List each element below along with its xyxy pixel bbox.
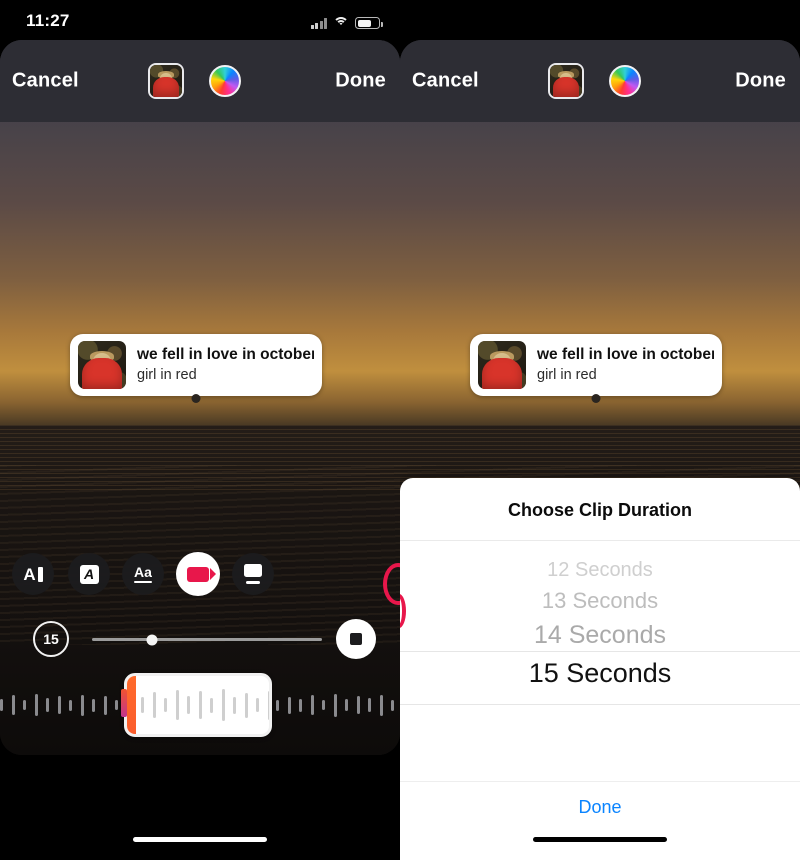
waveform-selection-window[interactable] [124,673,272,737]
sticker-anchor-dot [191,394,201,403]
picker-option-14[interactable]: 14 Seconds [400,621,800,650]
picker-option-13[interactable]: 13 Seconds [400,588,800,614]
waveform-playhead[interactable] [121,689,127,717]
done-button[interactable]: Done [335,70,386,93]
cellular-bars-icon [310,18,327,29]
song-title-right: we fell in love in october [537,346,714,364]
audio-waveform-scrubber[interactable] [0,673,400,737]
scrub-slider[interactable] [92,634,322,645]
picker-selection-top-line [400,651,800,652]
wifi-icon [333,17,349,29]
sheet-title: Choose Clip Duration [508,500,692,520]
clip-duration-sheet: Choose Clip Duration 12 Seconds 13 Secon… [400,478,800,860]
clip-duration-picker[interactable]: 12 Seconds 13 Seconds 14 Seconds 15 Seco… [400,541,800,776]
duration-badge[interactable]: 15 [33,621,69,657]
album-cover-art [78,341,126,389]
status-bar-clock: 11:27 [26,11,70,30]
stop-square-icon [350,633,362,645]
story-canvas[interactable]: we fell in love in october girl in red A… [0,40,400,755]
song-title: we fell in love in october [137,346,314,364]
status-bar: 11:27 [0,0,400,40]
text-align-tool[interactable]: A [12,553,54,595]
letter-a-box-icon: A [79,564,99,584]
cancel-button[interactable]: Cancel [12,70,79,93]
left-phone-screen: 11:27 we fell in love in october girl in… [0,0,400,860]
duration-slider-row: 15 [0,619,400,665]
color-wheel-button-right[interactable] [609,65,641,97]
home-indicator-right [533,837,667,842]
color-wheel-button[interactable] [209,65,241,97]
picker-selection-bottom-line [400,704,800,705]
picker-option-15-selected[interactable]: 15 Seconds [400,658,800,689]
music-sticker-meta: we fell in love in october girl in red [137,345,314,384]
music-sticker[interactable]: we fell in love in october girl in red [70,334,322,403]
font-style-tool[interactable]: Aa [122,553,164,595]
done-button-right[interactable]: Done [735,70,786,93]
song-artist-right: girl in red [537,366,597,383]
screenshot-stage: 11:27 we fell in love in october girl in… [0,0,800,860]
text-align-icon: A [23,566,43,583]
clip-duration-tool[interactable] [176,552,220,596]
card-style-tool[interactable] [232,553,274,595]
right-phone-screen: we fell in love in october girl in red C… [400,0,800,860]
battery-icon [355,17,383,29]
scrub-slider-knob[interactable] [146,634,158,645]
status-bar-icons [310,13,383,29]
aa-underline-icon: Aa [134,565,152,584]
editor-top-bar-right: Cancel Done [400,40,800,122]
waveform-selection-ticks [141,676,269,734]
stop-recording-button[interactable] [336,619,376,659]
song-artist: girl in red [137,366,197,383]
album-cover-art-right [478,341,526,389]
album-art-thumbnail-right[interactable] [548,63,584,99]
editor-top-bar: Cancel Done [0,40,400,122]
waveform-left-handle[interactable] [127,676,136,734]
music-sticker-meta-right: we fell in love in october girl in red [537,345,714,384]
editor-tool-row: A A Aa [0,552,400,605]
card-style-icon [244,564,262,584]
music-sticker-right[interactable]: we fell in love in october girl in red [470,334,722,403]
status-bar-right [400,0,800,40]
sheet-footer-divider [400,781,800,782]
album-art-thumbnail[interactable] [148,63,184,99]
home-indicator [133,837,267,842]
clip-duration-icon [187,566,216,582]
picker-option-12[interactable]: 12 Seconds [400,559,800,582]
sheet-done-button[interactable]: Done [400,797,800,818]
text-background-tool[interactable]: A [68,553,110,595]
cancel-button-right[interactable]: Cancel [412,70,479,93]
sticker-anchor-dot-right [591,394,601,403]
